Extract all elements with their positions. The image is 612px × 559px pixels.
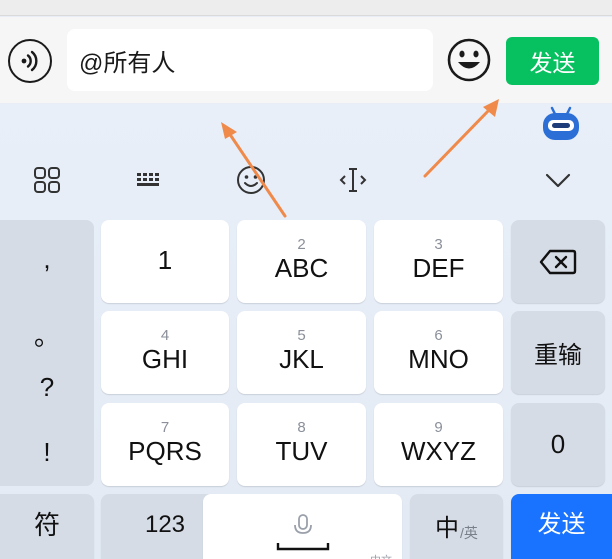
emoji-button[interactable] <box>446 37 492 83</box>
collapse-chevron-icon[interactable] <box>540 162 576 198</box>
key-2[interactable]: 2 ABC <box>237 220 366 303</box>
key-label: GHI <box>141 343 189 374</box>
voice-input-button[interactable] <box>8 39 52 83</box>
key-label: PQRS <box>128 435 202 466</box>
key-sub: 6 <box>434 326 443 344</box>
key-sub: 4 <box>160 326 170 344</box>
smiley-icon <box>447 38 491 82</box>
key-3[interactable]: 3 DEF <box>374 220 503 303</box>
key-label: WXYZ <box>400 435 477 466</box>
retype-key[interactable]: 重输 <box>511 311 605 394</box>
lang-sub: /英 <box>460 524 478 541</box>
key-sub: 9 <box>434 418 443 436</box>
key-8[interactable]: 8 TUV <box>237 403 366 486</box>
cursor-icon[interactable] <box>335 162 371 198</box>
key-label: ABC <box>274 252 329 283</box>
key-sub: 3 <box>434 235 443 253</box>
mascot-icon[interactable] <box>540 106 582 142</box>
voice-icon <box>21 50 38 72</box>
zero-key[interactable]: 0 <box>511 403 605 486</box>
message-input[interactable]: @所有人 <box>67 29 433 91</box>
backspace-icon <box>539 249 577 274</box>
delete-key[interactable] <box>511 220 605 303</box>
send-button[interactable]: 发送 <box>506 37 599 85</box>
key-label: 1 <box>157 244 173 275</box>
chat-input-bar: @所有人 发送 <box>0 17 612 103</box>
key-6[interactable]: 6 MNO <box>374 311 503 394</box>
space-hint: 中文 <box>370 552 392 559</box>
key-label: 发送 <box>537 511 586 538</box>
punct-comma[interactable]: , <box>0 244 94 275</box>
message-input-value: @所有人 <box>79 49 176 77</box>
keyboard-icon[interactable] <box>131 162 167 198</box>
language-switch-key[interactable]: 中 /英 <box>410 494 503 559</box>
punct-question[interactable]: ? <box>0 372 94 403</box>
grid-icon[interactable] <box>29 162 65 198</box>
space-bar-icon <box>276 543 329 551</box>
lang-main: 中 <box>435 514 460 542</box>
key-7[interactable]: 7 PQRS <box>101 403 229 486</box>
key-label: 中 /英 <box>435 508 478 543</box>
key-label: MNO <box>408 343 469 374</box>
key-label: DEF <box>412 252 465 283</box>
key-label: TUV <box>275 435 328 466</box>
key-label: 符 <box>33 510 60 540</box>
key-sub: 7 <box>160 418 170 436</box>
key-sub: 2 <box>297 235 306 253</box>
key-sub: 8 <box>297 418 306 436</box>
top-strip <box>0 0 612 16</box>
emoji-icon[interactable] <box>233 162 269 198</box>
punctuation-column[interactable]: , 。 ? ! <box>0 220 94 486</box>
space-key[interactable]: 中文 <box>203 494 402 559</box>
key-sub: 5 <box>297 326 306 344</box>
enter-send-key[interactable]: 发送 <box>511 494 612 559</box>
key-9[interactable]: 9 WXYZ <box>374 403 503 486</box>
key-1[interactable]: 1 <box>101 220 229 303</box>
punct-exclaim[interactable]: ! <box>0 437 94 468</box>
key-4[interactable]: 4 GHI <box>101 311 229 394</box>
key-5[interactable]: 5 JKL <box>237 311 366 394</box>
key-label: 123 <box>144 511 186 538</box>
symbol-key[interactable]: 符 <box>0 494 94 559</box>
punct-period[interactable]: 。 <box>0 316 94 353</box>
microphone-icon <box>293 514 312 534</box>
key-label: JKL <box>279 343 324 374</box>
